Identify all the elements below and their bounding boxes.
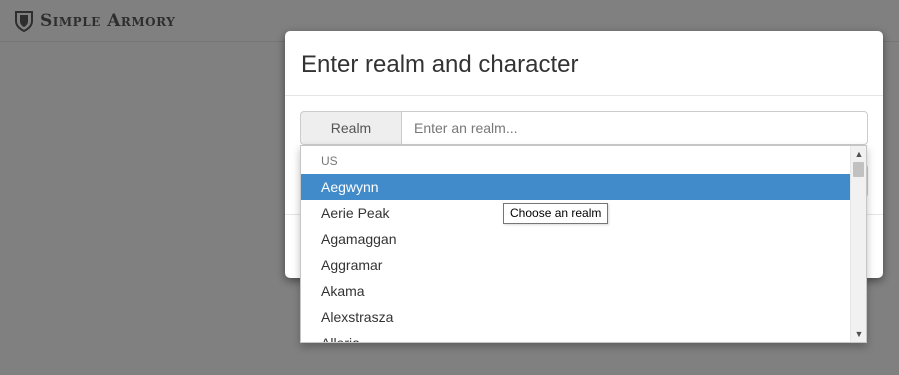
realm-option[interactable]: Aggramar — [301, 252, 851, 278]
shield-icon — [15, 11, 33, 32]
region-group-header: US — [321, 154, 338, 168]
brand[interactable]: Simple Armory — [14, 9, 175, 33]
realm-option[interactable]: Agamaggan — [301, 226, 851, 252]
scroll-up-icon[interactable]: ▲ — [851, 147, 866, 161]
dropdown-scrollbar[interactable]: ▲ ▼ — [850, 146, 866, 342]
realm-option[interactable]: Alleria — [301, 330, 851, 342]
modal-title: Enter realm and character — [301, 51, 579, 78]
realm-input[interactable] — [401, 111, 868, 145]
modal-header: Enter realm and character — [285, 31, 883, 96]
scroll-down-icon[interactable]: ▼ — [851, 327, 866, 341]
realm-tooltip: Choose an realm — [503, 203, 609, 224]
realm-option[interactable]: Akama — [301, 278, 851, 304]
brand-name: Simple Armory — [40, 11, 176, 31]
scroll-thumb[interactable] — [853, 162, 864, 177]
realm-option[interactable]: Alexstrasza — [301, 304, 851, 330]
realm-option-list: US Aegwynn Aerie Peak Agamaggan Aggramar Aka… — [301, 146, 851, 342]
realm-addon-label: Realm — [300, 111, 401, 145]
realm-dropdown[interactable]: US Aegwynn Aerie Peak Agamaggan Aggramar Aka… — [300, 145, 867, 343]
realm-option[interactable]: Aegwynn — [301, 174, 851, 200]
realm-input-group: Realm — [300, 111, 868, 145]
